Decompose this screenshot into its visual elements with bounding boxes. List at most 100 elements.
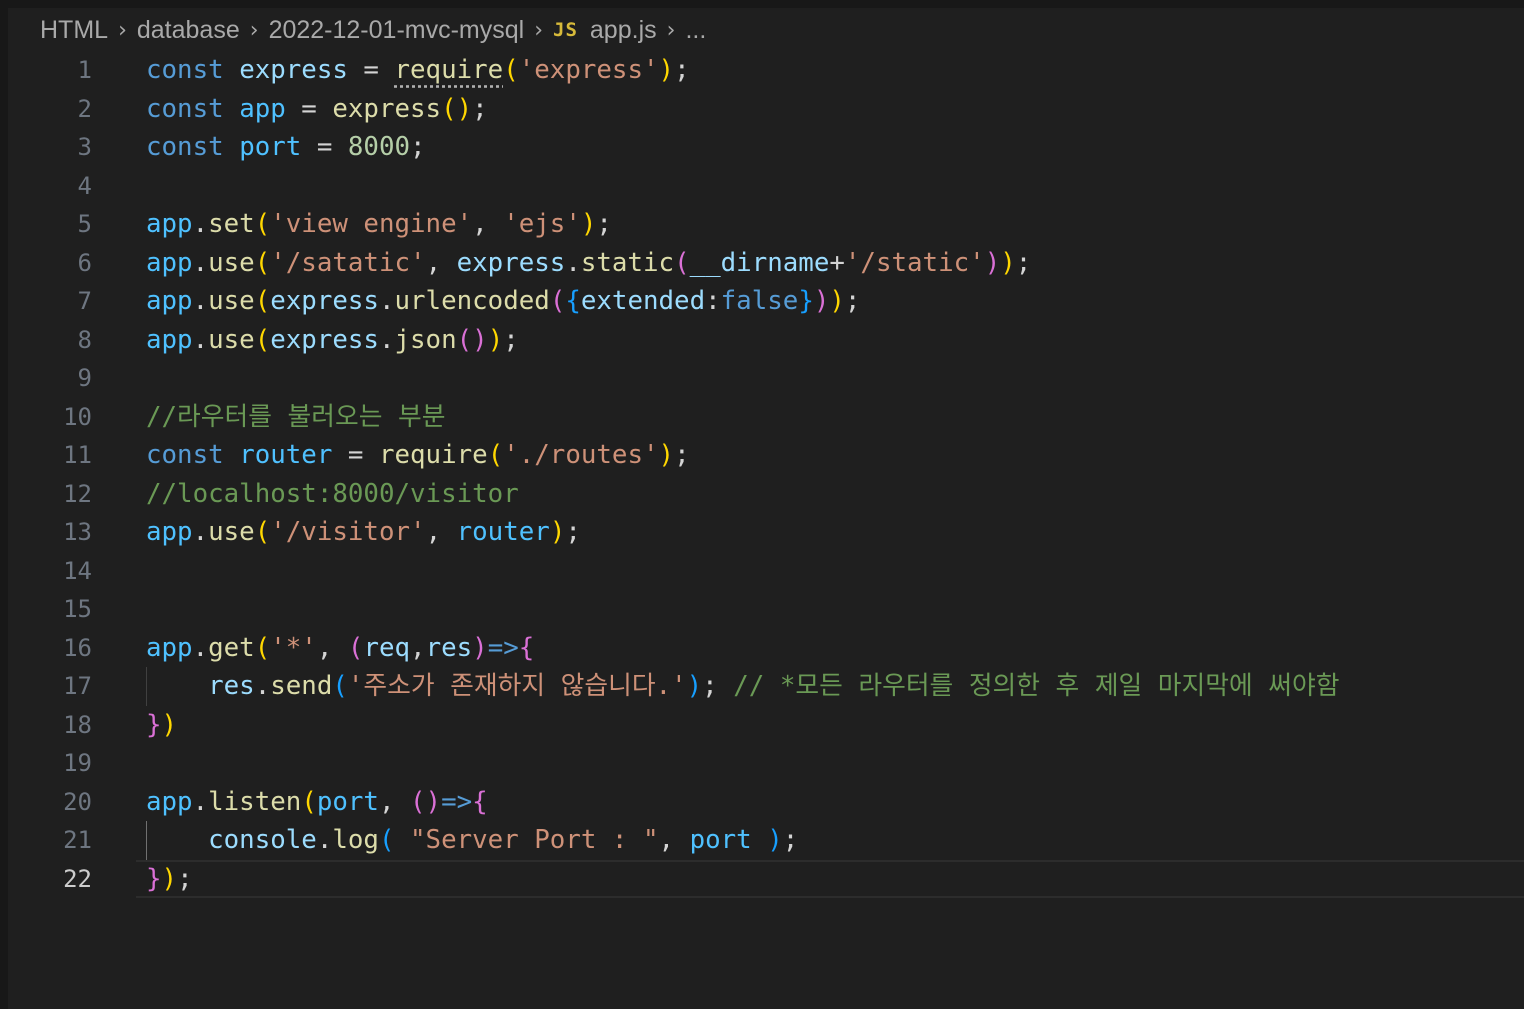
code-token: ) [161,709,178,740]
code-token: extended [580,286,706,316]
line-number: 21 [63,826,92,854]
code-token: express [332,93,442,124]
code-token: const [146,55,224,85]
code-area[interactable]: 1 const express = require('express'); 2 con… [0,51,1524,898]
code-line[interactable]: 3 const port = 8000; [0,128,1524,167]
code-token: ( [347,632,364,663]
breadcrumb-item-file[interactable]: app.js [590,16,657,45]
code-token: const [146,93,224,124]
code-token: require [378,440,488,470]
code-line[interactable]: 6 app.use('/satatic', express.static(__di… [0,244,1524,283]
code-token: , [425,247,457,278]
code-token: . [378,324,395,355]
code-token: listen [208,786,302,817]
code-line[interactable]: 2 const app = express(); [0,90,1524,129]
code-token: ) [658,440,675,470]
code-token: } [798,286,814,316]
code-token: ( [254,517,271,547]
chevron-right-icon: › [534,17,544,43]
code-token: use [208,324,255,355]
breadcrumb-item-database[interactable]: database [137,16,240,45]
code-line[interactable]: 18}) [0,706,1524,745]
chevron-right-icon: › [118,17,127,43]
code-line[interactable]: 11 const router = require('./routes'); [0,436,1524,475]
line-number: 8 [77,325,92,354]
code-line[interactable]: 7 app.use(express.urlencoded({extended:fa… [0,282,1524,321]
code-line[interactable]: 1 const express = require('express'); [0,51,1524,90]
code-token: app [146,209,193,239]
code-line[interactable]: 22}); [0,859,1524,899]
code-token: ( [301,786,317,817]
code-token: { [472,786,488,817]
code-line[interactable]: 4 [0,167,1524,206]
code-token: ) [751,825,783,855]
code-line[interactable]: 10 //라우터를 불러오는 부분 [0,398,1524,437]
code-line[interactable]: 12 //localhost:8000/visitor [0,475,1524,514]
breadcrumb-item-folder[interactable]: 2022-12-01-mvc-mysql [269,16,525,45]
line-text: app.use('/satatic', express.static(__dir… [146,244,1031,283]
code-editor[interactable]: HTML › database › 2022-12-01-mvc-mysql ›… [0,0,1524,1009]
line-number: 9 [77,364,92,392]
line-number: 15 [63,595,92,623]
code-token: ( [332,671,348,701]
code-token: ; [674,440,690,470]
code-token: false [720,286,799,316]
code-token: app [146,632,193,663]
code-token: = [332,440,379,470]
line-number: 16 [63,633,92,662]
code-token: ; [844,286,861,316]
code-line[interactable]: 13 app.use('/visitor', router); [0,513,1524,552]
code-token: app [239,93,286,124]
code-line[interactable]: 15 [0,590,1524,629]
code-line[interactable]: 8 app.use(express.json()); [0,321,1524,360]
code-token: ( [254,247,271,278]
code-token: = [347,55,395,85]
code-token: , [316,632,348,663]
code-token: ( [487,440,504,470]
code-token: } [146,863,162,894]
code-token: ( [254,209,271,239]
code-token: => [441,786,473,817]
breadcrumb-item-html[interactable]: HTML [40,16,108,45]
code-line[interactable]: 5 app.set('view engine', 'ejs'); [0,205,1524,244]
code-token: . [192,286,209,316]
code-token: port [239,132,302,162]
code-token: . [192,247,209,278]
breadcrumb-item-symbols[interactable]: ... [685,16,706,45]
code-token: ) [658,55,675,85]
code-token: '*' [270,632,317,663]
code-token: , [378,786,411,817]
code-token: console [208,825,317,855]
code-line[interactable]: 20 app.listen(port, ()=>{ [0,783,1524,822]
line-number: 2 [77,94,92,123]
code-line[interactable]: 16 app.get('*', (req,res)=>{ [0,629,1524,668]
code-token: ) [487,324,504,355]
code-token: port [689,825,752,855]
code-token: '주소가 존재하지 않습니다.' [347,671,687,701]
code-line[interactable]: 21 console.log( "Server Port : ", port )… [0,821,1524,860]
line-number: 14 [63,556,92,585]
code-token: ( [378,825,411,855]
code-line[interactable]: 17 res.send('주소가 존재하지 않습니다.'); // *모든 라우… [0,667,1524,706]
code-token: //라우터를 불러오는 부분 [146,401,446,432]
line-text: app.set('view engine', 'ejs'); [146,205,612,244]
line-text: }) [146,706,177,745]
code-token: express [270,324,379,355]
code-token: app [146,324,193,355]
code-line[interactable]: 19 [0,744,1524,783]
line-text: res.send('주소가 존재하지 않습니다.'); // *모든 라우터를 … [146,667,1339,706]
line-text: app.use(express.urlencoded({extended:fal… [146,282,860,321]
code-token: '/satatic' [270,247,426,278]
code-token: . [192,786,209,817]
code-token: . [316,825,333,855]
line-number: 7 [77,287,92,315]
code-line[interactable]: 14 [0,552,1524,591]
code-token: router [456,517,550,547]
code-token: ) [1000,247,1016,278]
code-token: . [378,286,395,316]
line-number: 6 [77,248,92,277]
code-line[interactable]: 9 [0,359,1524,398]
